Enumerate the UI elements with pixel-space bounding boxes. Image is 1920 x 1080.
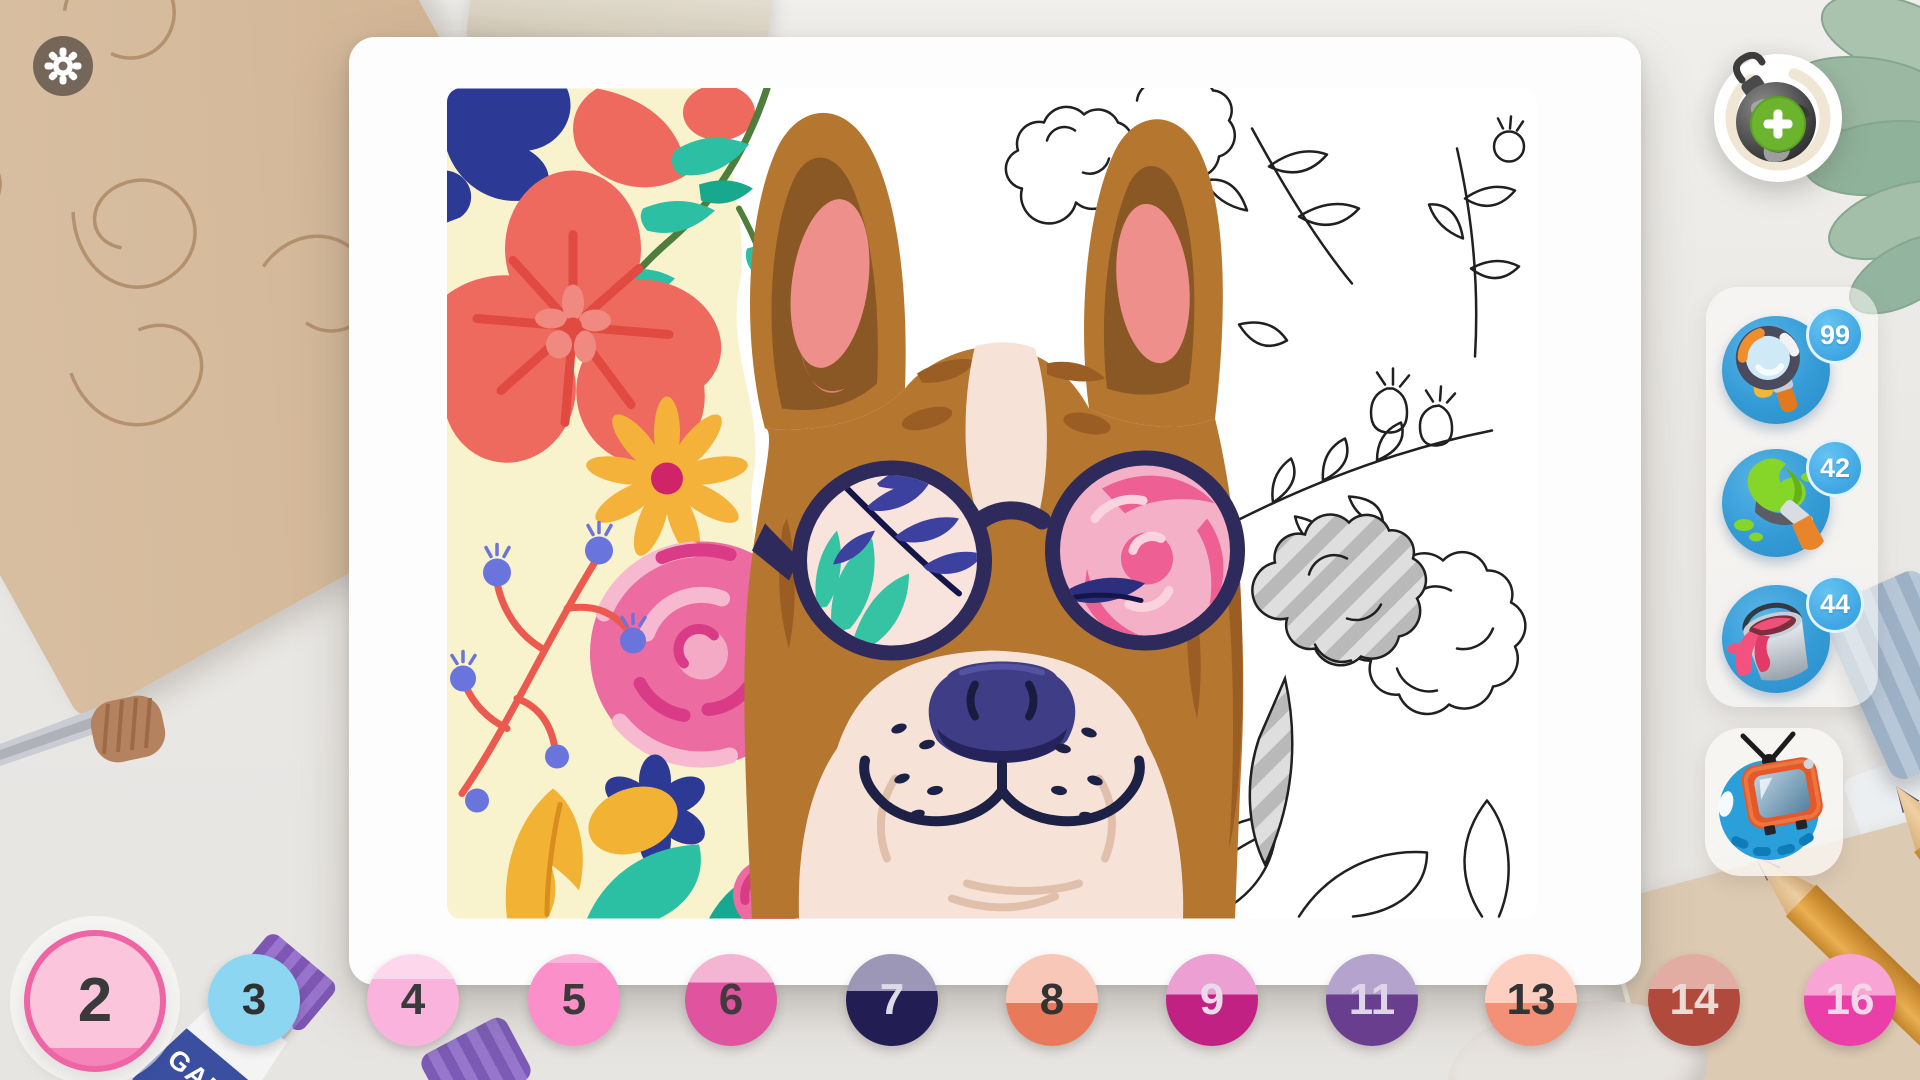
- gear-icon: [43, 46, 83, 86]
- watch-ad-button[interactable]: [1705, 728, 1843, 876]
- tv-icon: [1705, 728, 1843, 876]
- palette-color-2[interactable]: 2: [24, 930, 166, 1072]
- magnifier-count: 99: [1820, 320, 1850, 351]
- brush-count: 42: [1820, 453, 1850, 484]
- paint-tube-label-text: GALL: [162, 1043, 244, 1080]
- palette-color-7[interactable]: 7: [846, 954, 938, 1046]
- artwork-canvas[interactable]: [447, 88, 1537, 919]
- coloring-page: [349, 37, 1641, 985]
- palette-color-13[interactable]: 13: [1485, 954, 1577, 1046]
- magnifier-booster-button[interactable]: 99: [1722, 316, 1842, 436]
- palette-color-14[interactable]: 14: [1648, 954, 1740, 1046]
- paintbrush: [0, 680, 190, 790]
- wooden-pencil: [1877, 772, 1920, 1080]
- paper-scrap: [116, 0, 291, 93]
- brush-booster-button[interactable]: 42: [1722, 449, 1842, 569]
- bucket-count-badge: 44: [1806, 575, 1864, 633]
- palette-color-5[interactable]: 5: [528, 954, 620, 1046]
- brush-count-badge: 42: [1806, 439, 1864, 497]
- palette-color-3[interactable]: 3: [208, 954, 300, 1046]
- booster-panel: 99 42: [1706, 287, 1878, 707]
- palette-color-8[interactable]: 8: [1006, 954, 1098, 1046]
- magnifier-count-badge: 99: [1806, 306, 1864, 364]
- add-bombs-button[interactable]: [1712, 52, 1844, 184]
- bucket-count: 44: [1820, 589, 1850, 620]
- palette-color-11[interactable]: 11: [1326, 954, 1418, 1046]
- settings-button[interactable]: [33, 36, 93, 96]
- palette-color-4[interactable]: 4: [367, 954, 459, 1046]
- palette-color-16[interactable]: 16: [1804, 954, 1896, 1046]
- bucket-booster-button[interactable]: 44: [1722, 585, 1842, 705]
- plus-icon: [1751, 97, 1805, 151]
- palette-color-9[interactable]: 9: [1166, 954, 1258, 1046]
- palette-color-6[interactable]: 6: [685, 954, 777, 1046]
- paint-tube: [1842, 750, 1920, 941]
- coloring-game-screen: GALL COL: [0, 0, 1920, 1080]
